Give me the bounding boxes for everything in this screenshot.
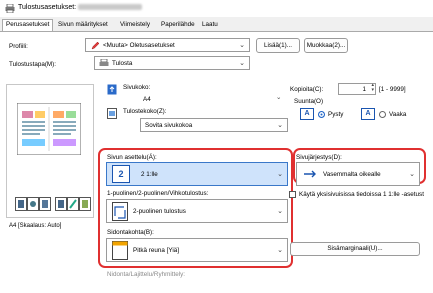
chevron-down-icon[interactable]: ⌄	[276, 94, 281, 101]
add-profile-button[interactable]: Lisää(1)...	[256, 38, 300, 53]
output-method-select[interactable]: Tulosta ⌄	[94, 56, 250, 70]
landscape-radio[interactable]	[379, 111, 386, 118]
profile-label: Profiili:	[9, 43, 28, 50]
page-order-label: Sivujärjestys(D):	[296, 154, 342, 161]
title-bar: Tulostusasetukset:	[0, 0, 433, 17]
output-method-label: Tulostustapa(M):	[9, 61, 57, 68]
copies-range: [1 - 9999]	[379, 86, 406, 93]
chevron-down-icon: ⌄	[277, 171, 283, 178]
gutter-margin-button[interactable]: Sisämarginaali(U)...	[290, 242, 420, 256]
edit-profile-button[interactable]: Muokkaa(2)...	[304, 38, 348, 53]
two-pages-preview-image	[17, 103, 81, 155]
page-layout-number-icon: 2	[112, 165, 130, 183]
duplex-select[interactable]: 2-puolinen tulostus ⌄	[106, 199, 288, 223]
chevron-down-icon: ⌄	[239, 42, 245, 49]
page-size-value[interactable]: A4	[143, 96, 151, 103]
page-layout-select[interactable]: 2 2 1:lle ⌄	[106, 162, 288, 186]
window-title: Tulostusasetukset:	[18, 4, 143, 11]
finishing-icons-right	[55, 197, 91, 211]
portrait-icon: A	[300, 108, 314, 120]
chevron-down-icon: ⌄	[277, 247, 283, 254]
page-preview	[6, 84, 94, 218]
chevron-down-icon: ⌄	[277, 208, 283, 215]
profile-select[interactable]: <Muuta> Oletusasetukset ⌄	[85, 38, 250, 52]
chevron-down-icon: ⌄	[277, 122, 283, 129]
duplex-page-icon	[112, 202, 128, 221]
printer-icon	[5, 4, 15, 13]
copies-input[interactable]: 1 ▴ ▾	[338, 83, 376, 95]
printer-icon	[99, 59, 109, 66]
duplex-label: 1-puolinen/2-puolinen/Vihkotulostus:	[107, 190, 209, 197]
portrait-label: Pysty	[328, 111, 344, 118]
output-size-icon	[107, 108, 117, 119]
tab-bar: Perusasetukset Sivun määritykset Viimeis…	[0, 18, 433, 33]
copies-label: Kopioita(C):	[290, 86, 324, 93]
single-sided-checkbox[interactable]	[289, 191, 296, 198]
finishing-icons-left	[15, 197, 51, 211]
tab-finishing[interactable]: Viimeistely	[120, 21, 150, 28]
tab-page-setup[interactable]: Sivun määritykset	[58, 21, 108, 28]
pencil-icon	[91, 41, 100, 50]
binding-select[interactable]: Pitkä reuna [Yiä] ⌄	[106, 238, 288, 262]
landscape-label: Vaaka	[389, 111, 407, 118]
tab-quality[interactable]: Laatu	[202, 21, 218, 28]
arrow-right-icon	[304, 170, 316, 178]
chevron-down-icon: ⌄	[409, 171, 415, 178]
single-sided-checkbox-label: Käytä yksisivuisissa tiedoissa 1 1:lle -…	[299, 191, 424, 198]
tab-paper-source[interactable]: Paperilähde	[161, 21, 195, 28]
output-size-select[interactable]: Sovita sivukokoa ⌄	[140, 118, 288, 132]
page-size-icon	[107, 84, 117, 95]
redacted-printer-name	[78, 4, 143, 11]
stapling-collate-group-label: Nidonta/Lajittelu/Ryhmittely:	[107, 271, 186, 278]
page-layout-label: Sivun asettelu(Á):	[107, 154, 157, 161]
spinner-arrows-icon[interactable]: ▴ ▾	[371, 83, 374, 93]
landscape-icon: A	[361, 108, 375, 120]
chevron-down-icon: ⌄	[239, 60, 245, 67]
binding-edge-icon	[112, 241, 128, 260]
output-size-label: Tulostekoko(Z):	[123, 108, 167, 115]
preview-caption: A4 [Skaalaus: Auto]	[9, 223, 62, 229]
page-size-label: Sivukoko:	[123, 84, 151, 91]
page-order-select[interactable]: Vasemmalta oikealle ⌄	[296, 162, 420, 186]
binding-label: Sidontakohta(B):	[107, 229, 154, 236]
orientation-label: Suunta(O)	[294, 98, 324, 105]
portrait-radio[interactable]	[318, 111, 325, 118]
